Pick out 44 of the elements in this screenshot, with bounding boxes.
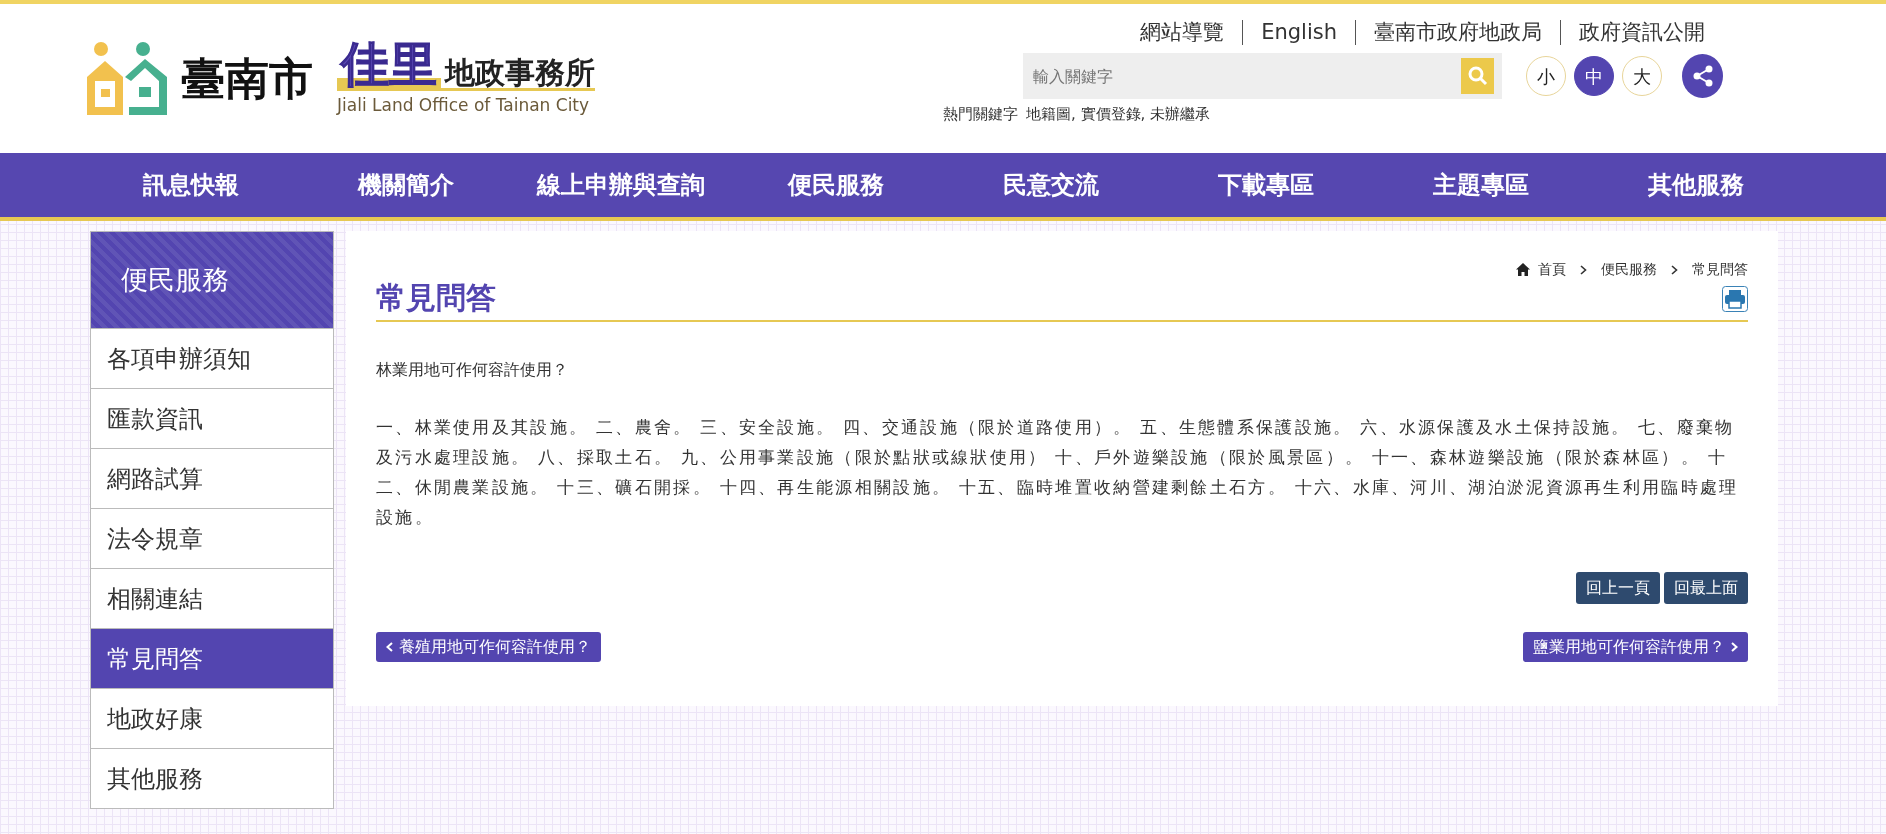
answer-text: 一、林業使用及其設施。 二、農舍。 三、安全設施。 四、交通設施（限於道路使用）。 五、生態體系保護設施。 六、水源保護及水土保持設施。 七、廢棄物及污水處理設施。 八、採取土石。 九、公用事業設施（限於點狀或線狀使用） 十、戶外遊樂設施（限於風景區）。 十一、森林遊樂設施（限於森林區）。 十二、休閒農業設施。 十三、礦石開採。 十四、再生能源相關設施。 十五、臨時堆置收納營建剩餘土石方。 十六、水庫、河川、湖泊淤泥資源再生利用臨時處理設施。 [376,416,1740,529]
sidebar-item[interactable]: 常見問答 [91,628,333,688]
search-field[interactable]: 輸入關鍵字 [1023,53,1457,100]
hot-keyword-link[interactable]: 地籍圖, 實價登錄, 未辦繼承 [1026,103,1211,126]
print-icon [1722,286,1748,312]
logo-text: 佳里 [337,39,441,88]
breadcrumb-link[interactable]: 便民服務 [1601,259,1657,280]
breadcrumb-link[interactable]: 常見問答 [1692,259,1748,280]
top-link[interactable]: English [1242,20,1355,46]
site-logo[interactable]: 臺南市 佳里 地政事務所 Jiali Land Office of Tainan City [83,34,595,124]
nav-link[interactable]: 主題專區 [1373,167,1588,203]
nav-link[interactable]: 機關簡介 [298,167,513,203]
nav-link[interactable]: 其他服務 [1588,167,1803,203]
logo-subtitle: Jiali Land Office of Tainan City [337,87,595,119]
top-link[interactable]: 網站導覽 [1122,20,1243,46]
font-size-button[interactable]: 大 [1622,56,1663,97]
chevron-icon [1580,264,1587,275]
top-link[interactable]: 政府資訊公開 [1560,20,1723,46]
nav-link[interactable]: 訊息快報 [83,167,298,203]
previous-question-link[interactable]: 養殖用地可作何容許使用？ [376,632,601,662]
home-icon [1516,263,1530,276]
nav-link[interactable]: 線上申辦與查詢 [513,167,728,203]
breadcrumb-link[interactable]: 首頁 [1538,259,1566,280]
hot-keywords-label: 熱門關鍵字 [943,104,1018,126]
print-button[interactable] [1722,286,1748,312]
nav-button[interactable]: 回上一頁 [1576,572,1660,604]
share-button[interactable] [1682,54,1723,99]
chevron-icon [1671,264,1678,275]
next-question-link[interactable]: 鹽業用地可作何容許使用？ [1523,632,1748,662]
search-icon [1467,66,1488,87]
chevron-left-icon [386,642,393,652]
question-text: 林業用地可作何容許使用？ [376,359,569,381]
font-size-button[interactable]: 中 [1574,56,1615,97]
sidebar-title: 便民服務 [91,232,333,328]
logo-text: 臺南市 [181,52,313,106]
nav-link[interactable]: 便民服務 [728,167,943,203]
top-link[interactable]: 臺南市政府地政局 [1355,20,1560,46]
logo-text: 地政事務所 [445,57,595,88]
font-size-button[interactable]: 小 [1526,56,1567,97]
nav-link[interactable]: 民意交流 [943,167,1158,203]
page-title: 常見問答 [376,280,496,316]
nav-link[interactable]: 下載專區 [1158,167,1373,203]
chevron-right-icon [1731,642,1738,652]
nav-button[interactable]: 回最上面 [1664,572,1748,604]
